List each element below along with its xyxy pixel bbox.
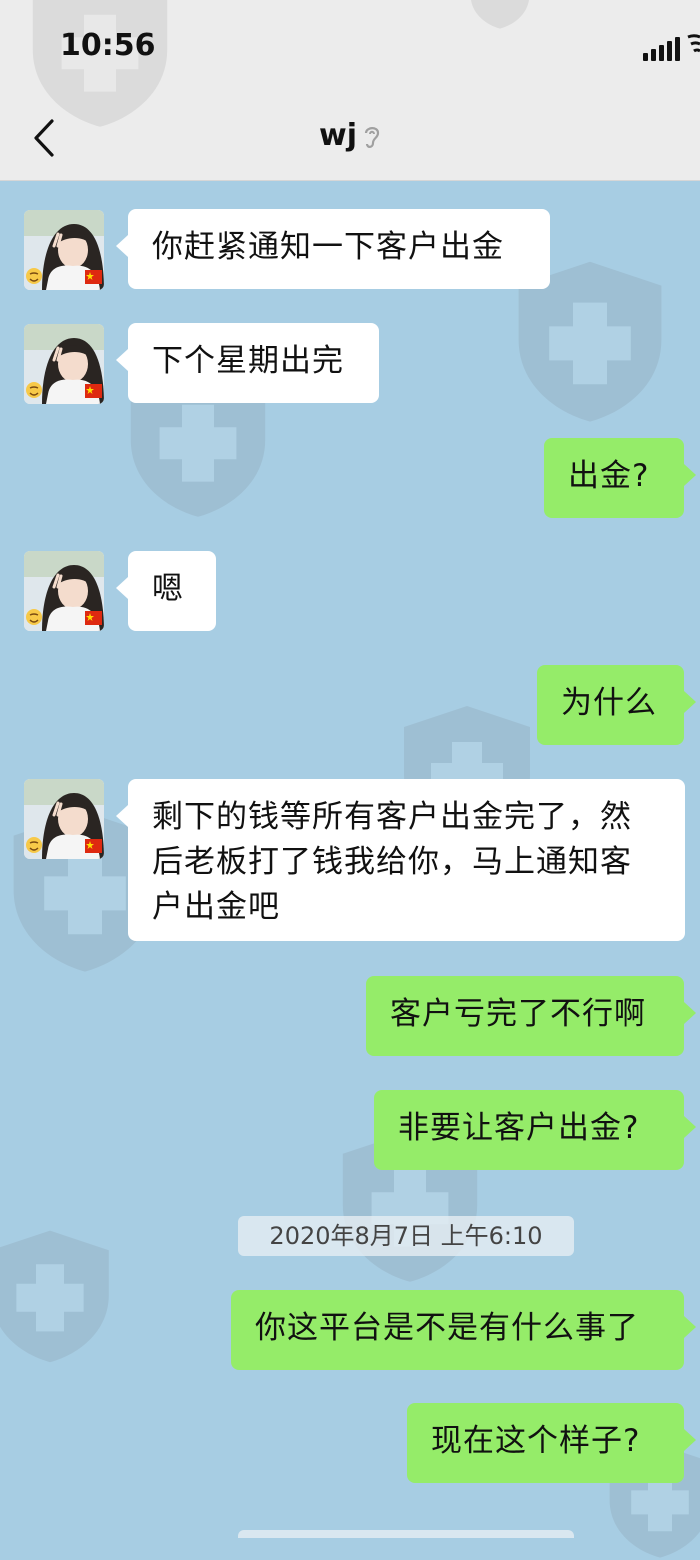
- received-message-bubble[interactable]: 你赶紧通知一下客户出金: [116, 209, 550, 289]
- message-text: 现在这个样子?: [431, 1423, 641, 1459]
- message-text: 客户亏完了不行啊: [390, 996, 646, 1032]
- chat-title: wj: [0, 118, 700, 153]
- sent-message-bubble[interactable]: 为什么: [537, 665, 696, 745]
- message-text: 出金?: [568, 458, 650, 494]
- shield-watermark-icon: [0, 1230, 109, 1363]
- sent-message-bubble[interactable]: 出金?: [544, 438, 696, 518]
- message-text: 非要让客户出金?: [398, 1110, 640, 1146]
- message-text: 剩下的钱等所有客户出金完了，然后老板打了钱我给你，马上通知客户出金吧: [152, 799, 632, 925]
- message-timestamp: 2020年8月7日 上午6:10: [238, 1216, 574, 1256]
- shield-watermark-icon: [471, 0, 529, 29]
- cellular-signal-icon: [643, 37, 683, 61]
- navigation-bar: 10:56 wj: [0, 0, 700, 181]
- contact-avatar[interactable]: [24, 779, 104, 859]
- ear-icon: [364, 126, 380, 148]
- sent-message-bubble[interactable]: 你这平台是不是有什么事了: [231, 1290, 696, 1370]
- sent-message-bubble[interactable]: 现在这个样子?: [407, 1403, 696, 1483]
- message-text: 你赶紧通知一下客户出金: [152, 229, 504, 265]
- contact-name: wj: [319, 118, 357, 153]
- contact-avatar[interactable]: [24, 551, 104, 631]
- message-text: 下个星期出完: [152, 343, 344, 379]
- message-text: 为什么: [561, 685, 657, 721]
- shield-watermark-icon: [32, 0, 168, 127]
- message-text: 你这平台是不是有什么事了: [255, 1310, 639, 1346]
- partial-timestamp: [238, 1530, 574, 1538]
- received-message-bubble[interactable]: 下个星期出完: [116, 323, 379, 403]
- contact-avatar[interactable]: [24, 324, 104, 404]
- status-time: 10:56: [60, 28, 156, 63]
- message-text: 嗯: [152, 571, 184, 607]
- wifi-icon: [687, 34, 700, 53]
- sent-message-bubble[interactable]: 客户亏完了不行啊: [366, 976, 696, 1056]
- contact-avatar[interactable]: [24, 210, 104, 290]
- received-message-bubble[interactable]: 嗯: [116, 551, 216, 631]
- received-message-bubble[interactable]: 剩下的钱等所有客户出金完了，然后老板打了钱我给你，马上通知客户出金吧: [116, 779, 685, 941]
- sent-message-bubble[interactable]: 非要让客户出金?: [374, 1090, 696, 1170]
